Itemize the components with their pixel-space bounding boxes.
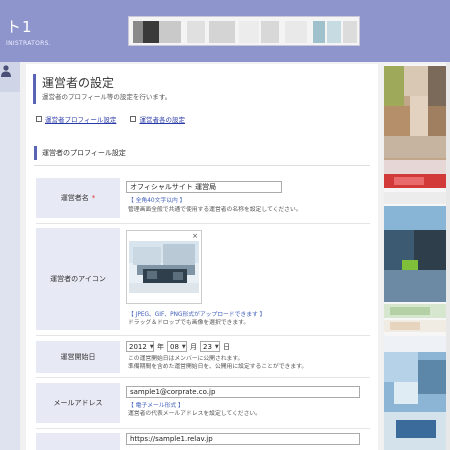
select-value: 08 [170,342,179,351]
operator-name-format-note: 【 全角40文字以内 】 [128,198,186,204]
row-divider [36,428,370,429]
operator-name-input[interactable]: オフィシャルサイト 運営局 [126,181,282,193]
label-text: 運営開始日 [60,353,96,361]
required-mark: * [91,194,96,202]
year-unit: 年 [157,343,164,351]
label-text: 運営者のアイコン [50,275,106,283]
site-subtitle: INISTRATORS. [6,40,51,47]
email-label: メールアドレス [36,383,120,423]
label-text: メールアドレス [53,399,103,407]
month-select[interactable]: 08 ▼ [167,341,187,352]
day-select[interactable]: 23 ▼ [200,341,220,352]
link-label: 運営者各の設定 [139,116,185,124]
row-divider [36,335,370,336]
anchor-links: 運営者プロフィール設定 運営者各の設定 [36,114,197,124]
section-heading: 運営者のプロフィール設定 [34,146,370,160]
select-value: 2012 [129,342,147,351]
close-icon[interactable]: × [192,232,198,240]
blurred-header-banner [128,16,360,46]
start-date-label: 運営開始日 [36,341,120,373]
chevron-down-icon: ▼ [149,343,154,350]
external-link-icon [36,116,42,122]
operator-icon-image [129,241,199,293]
title-accent-bar [33,74,36,104]
section-title: 運営者のプロフィール設定 [42,149,126,157]
label-text: 運営者名 [60,194,89,202]
left-sidebar [0,62,20,450]
input-value: オフィシャルサイト 運営局 [130,183,217,191]
link-operator-profile[interactable]: 運営者プロフィール設定 [36,114,116,124]
right-preview-column [384,64,450,450]
user-icon[interactable] [1,65,11,77]
page-description: 運営者のプロフィール等の設定を行います。 [42,93,172,101]
icon-upload-box[interactable]: × [126,230,202,304]
year-select[interactable]: 2012 ▼ [126,341,154,352]
site-title[interactable]: ト1 [6,16,33,37]
email-desc: 運営者の代表メールアドレスを設定してください。 [128,411,261,417]
url-label [36,433,120,450]
page-title: 運営者の設定 [42,76,115,90]
day-unit: 日 [223,343,230,351]
operator-name-label: 運営者名 * [36,178,120,218]
divider [34,165,370,166]
start-date-note-1: この運営開始日はメンバーに公開されます。 [128,356,244,362]
top-header: ト1 INISTRATORS. [0,0,450,62]
chevron-down-icon: ▼ [181,343,186,350]
main-content: 運営者の設定 運営者のプロフィール等の設定を行います。 運営者プロフィール設定 … [26,64,378,450]
month-unit: 月 [190,343,197,351]
url-input[interactable]: https://sample1.relav.jp [126,433,360,445]
input-value: https://sample1.relav.jp [130,435,213,443]
blurred-preview-image [384,64,450,450]
row-divider [36,223,370,224]
email-input[interactable]: sample1@corprate.co.jp [126,386,360,398]
input-value: sample1@corprate.co.jp [130,388,216,396]
icon-format-note: 【 JPEG、GIF、PNG形式がアップロードできます 】 [128,312,266,318]
row-divider [36,377,370,378]
external-link-icon [130,116,137,122]
link-operator-settings[interactable]: 運営者各の設定 [130,114,185,124]
chevron-down-icon: ▼ [214,343,219,350]
link-label: 運営者プロフィール設定 [45,116,117,124]
start-date-note-2: 準備期間を含めた運営開始日を、公開用に設定することができます。 [128,364,308,370]
select-value: 23 [203,342,212,351]
email-format-note: 【 電子メール形式 】 [128,403,184,409]
page-scrollbar[interactable] [446,62,450,450]
operator-name-desc: 管理画面全般で共通で使用する運営者の名称を設定してください。 [128,207,302,213]
icon-desc: ドラッグ＆ドロップでも画像を選択できます。 [128,320,250,326]
operator-icon-label: 運営者のアイコン [36,228,120,330]
